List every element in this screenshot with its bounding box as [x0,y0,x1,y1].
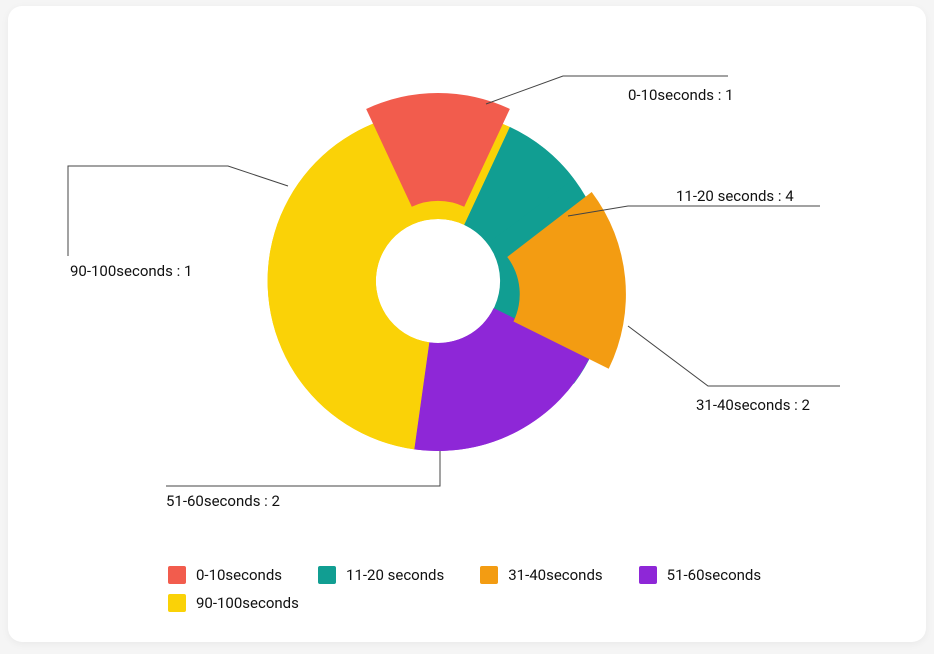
legend-item-31-40: 31-40seconds [480,566,602,584]
legend-item-51-60: 51-60seconds [639,566,761,584]
legend-swatch [318,566,336,584]
callout-line-31-40 [628,326,840,386]
chart-card: 0-10seconds : 1 11-20 seconds : 4 31-40s… [8,6,926,642]
legend-item-90-100: 90-100seconds [168,594,299,612]
legend-label: 11-20 seconds [346,566,444,584]
legend-label: 90-100seconds [196,594,299,612]
legend-swatch [168,566,186,584]
legend: 0-10seconds 11-20 seconds 31-40seconds 5… [168,566,876,612]
callout-line-90-100 [68,166,288,256]
donut-hole [378,221,498,341]
callout-line-51-60 [166,451,440,486]
callout-11-20: 11-20 seconds : 4 [676,187,794,205]
legend-label: 0-10seconds [196,566,282,584]
callout-31-40: 31-40seconds : 2 [696,396,810,414]
legend-swatch [480,566,498,584]
donut-chart: 0-10seconds : 1 11-20 seconds : 4 31-40s… [8,6,926,526]
legend-label: 51-60seconds [667,566,761,584]
callout-0-10: 0-10seconds : 1 [628,86,734,104]
legend-item-11-20: 11-20 seconds [318,566,444,584]
legend-swatch [168,594,186,612]
donut [268,93,626,451]
legend-label: 31-40seconds [508,566,602,584]
legend-swatch [639,566,657,584]
callout-90-100: 90-100seconds : 1 [70,262,192,280]
callout-51-60: 51-60seconds : 2 [166,492,280,510]
legend-item-0-10: 0-10seconds [168,566,282,584]
